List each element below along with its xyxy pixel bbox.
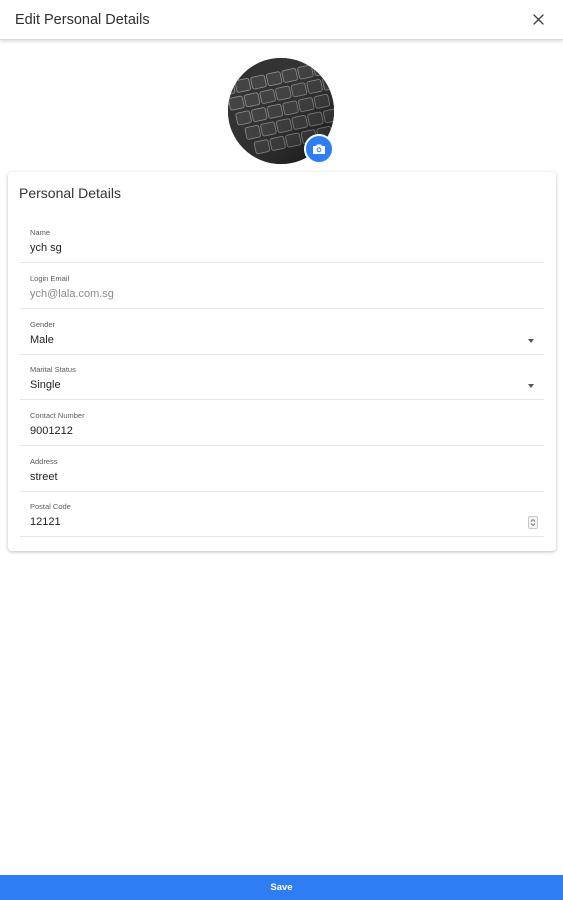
close-button[interactable] [527,9,549,31]
dropdown-arrow-icon[interactable] [528,339,534,343]
address-field[interactable]: Address street [20,449,544,492]
field-value[interactable]: 9001212 [30,425,73,437]
top-bar: Edit Personal Details [0,0,563,40]
stepper-arrows-icon [530,518,536,527]
field-label: Address [30,457,58,466]
dropdown-arrow-icon[interactable] [528,384,534,388]
number-stepper[interactable] [528,516,538,529]
camera-icon [313,144,325,154]
field-label: Contact Number [30,411,85,420]
avatar-container [228,58,336,166]
field-label: Gender [30,320,56,329]
field-value[interactable]: 12121 [30,516,61,528]
personal-details-card: Personal Details Name ych sg Login Email… [8,172,556,551]
card-title: Personal Details [19,185,121,201]
save-button[interactable]: Save [0,875,563,900]
close-icon [532,14,544,25]
page-title: Edit Personal Details [15,11,150,28]
change-photo-button[interactable] [304,134,334,164]
login-email-field: Login Email ych@lala.com.sg [20,266,544,309]
field-label: Marital Status [30,365,76,374]
field-label: Login Email [30,274,70,283]
field-value: ych@lala.com.sg [30,288,114,300]
field-value[interactable]: street [30,471,58,483]
name-field[interactable]: Name ych sg [20,220,544,263]
postal-code-field[interactable]: Postal Code 12121 [20,494,544,537]
field-value[interactable]: ych sg [30,242,62,254]
field-label: Postal Code [30,502,71,511]
field-label: Name [30,228,51,237]
field-value[interactable]: Single [30,379,61,391]
gender-select[interactable]: Gender Male [20,312,544,355]
field-value[interactable]: Male [30,334,54,346]
marital-status-select[interactable]: Marital Status Single [20,357,544,400]
contact-number-field[interactable]: Contact Number 9001212 [20,403,544,446]
save-label: Save [270,882,293,893]
